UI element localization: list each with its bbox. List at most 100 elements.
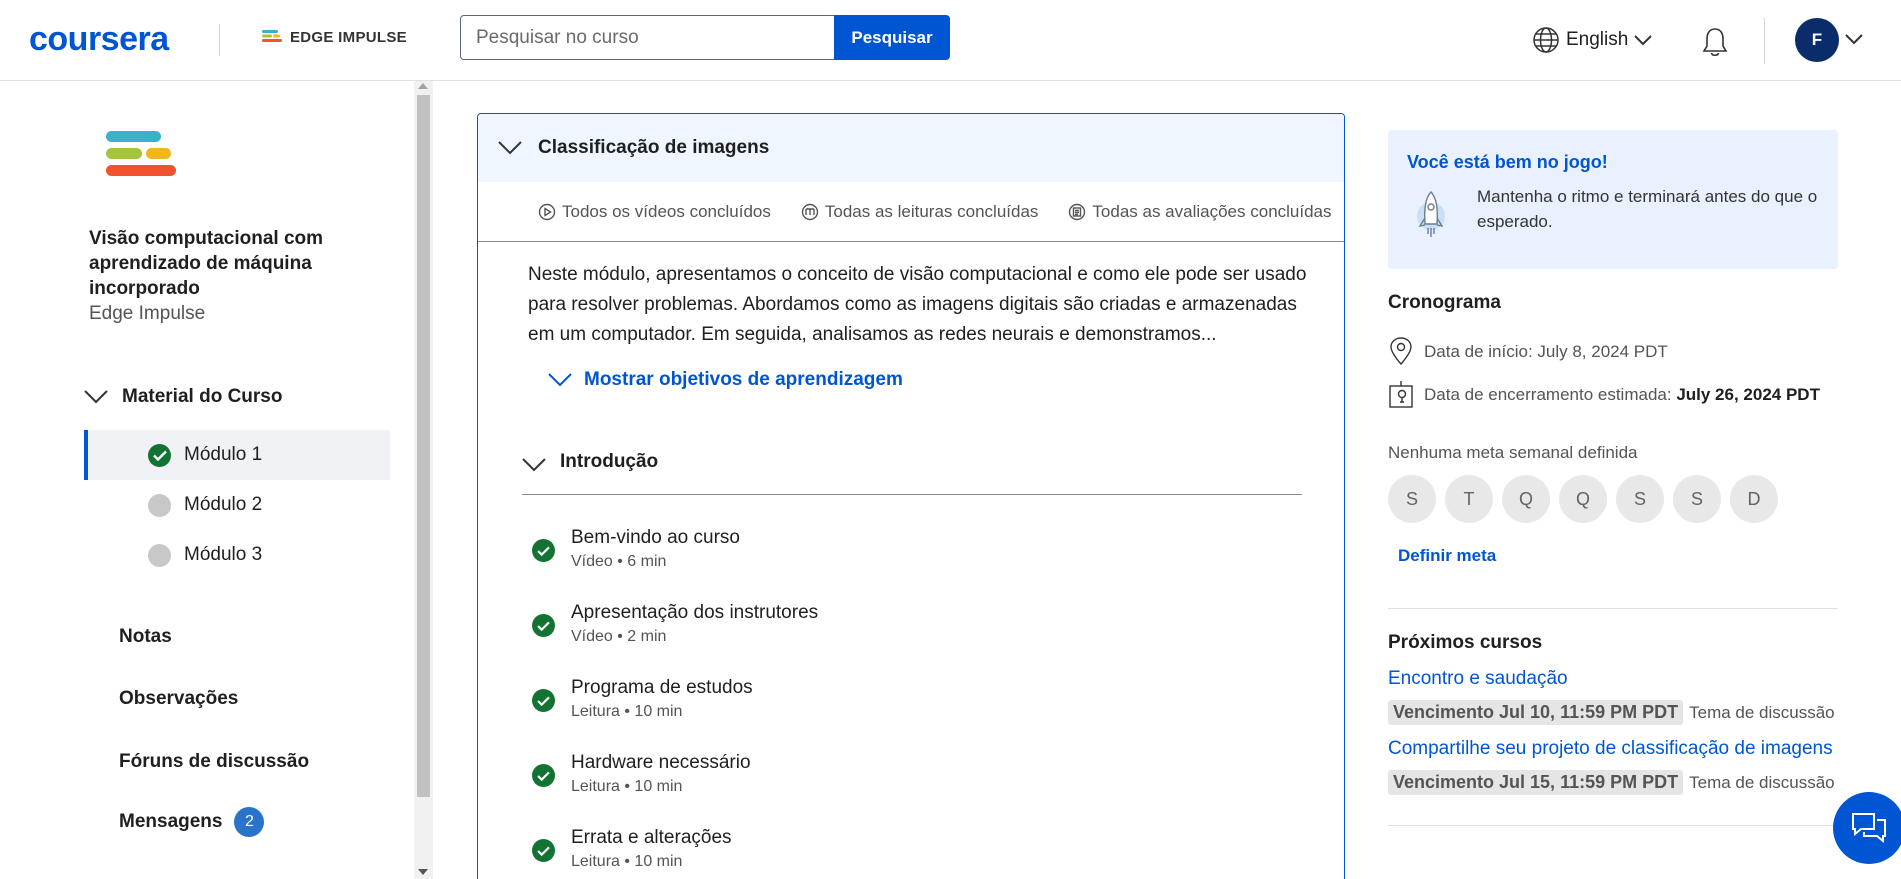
scroll-down-arrow-icon[interactable] <box>418 869 428 875</box>
item-type: Tema de discussão <box>1689 702 1835 722</box>
scroll-thumb[interactable] <box>417 95 430 797</box>
sidebar-link-notas[interactable]: Notas <box>119 626 172 648</box>
end-date-label: Data de encerramento estimada: July 26, … <box>1424 385 1820 405</box>
list-item[interactable]: Apresentação dos instrutores Vídeo • 2 m… <box>532 601 818 646</box>
module-card: Classificação de imagens Todos os vídeos… <box>477 113 1345 879</box>
videos-summary: Todos os vídeos concluídos <box>538 202 771 222</box>
language-label: English <box>1566 29 1629 50</box>
play-circle-icon <box>538 203 556 220</box>
course-material-toggle[interactable]: Material do Curso <box>84 386 282 408</box>
coursera-logo[interactable]: coursera <box>29 20 169 59</box>
lesson-group-toggle[interactable]: Introdução <box>522 451 1302 495</box>
completed-check-icon <box>532 539 555 562</box>
item-type: Tema de discussão <box>1689 772 1835 792</box>
course-sidebar: Visão computacional com aprendizado de m… <box>0 81 414 879</box>
sidebar-item-module-1[interactable]: Módulo 1 <box>84 430 390 480</box>
divider <box>1388 608 1838 609</box>
completed-check-icon <box>532 839 555 862</box>
lesson-group-title: Introdução <box>560 451 659 472</box>
upcoming-item-link[interactable]: Encontro e saudação <box>1388 668 1568 690</box>
header-divider-2 <box>1764 18 1765 64</box>
set-goal-link[interactable]: Definir meta <box>1398 546 1496 566</box>
search-input[interactable] <box>460 15 836 60</box>
start-date-label: Data de início: July 8, 2024 PDT <box>1424 342 1668 361</box>
upcoming-title: Próximos cursos <box>1388 632 1543 653</box>
module-label: Módulo 3 <box>184 544 263 565</box>
partner-name: EDGE IMPULSE <box>290 29 407 46</box>
day-monday[interactable]: T <box>1445 475 1493 523</box>
module-label: Módulo 2 <box>184 494 263 515</box>
sidebar-link-foruns[interactable]: Fóruns de discussão <box>119 751 309 773</box>
show-objectives-label: Mostrar objetivos de aprendizagem <box>584 369 903 390</box>
on-track-banner: Você está bem no jogo! Mantenha o ritmo … <box>1388 130 1838 269</box>
upcoming-item-due: Vencimento Jul 10, 11:59 PM PDT Tema de … <box>1388 700 1835 725</box>
module-description: Neste módulo, apresentamos o conceito de… <box>528 264 1307 345</box>
chat-button[interactable] <box>1833 792 1901 864</box>
day-saturday[interactable]: D <box>1730 475 1778 523</box>
day-sunday[interactable]: S <box>1388 475 1436 523</box>
on-track-title: Você está bem no jogo! <box>1407 152 1608 172</box>
book-icon <box>801 203 819 220</box>
course-partner: Edge Impulse <box>89 303 206 324</box>
module-header[interactable]: Classificação de imagens <box>478 114 1344 182</box>
course-logo-icon <box>106 131 176 176</box>
item-title: Errata e alterações <box>571 827 732 848</box>
readings-summary-label: Todas as leituras concluídas <box>824 201 1039 221</box>
sidebar-item-module-3[interactable]: Módulo 3 <box>84 530 390 580</box>
completed-check-icon <box>532 689 555 712</box>
top-header: coursera EDGE IMPULSE Pesquisar English … <box>0 0 1901 81</box>
language-selector[interactable]: English <box>1532 26 1653 54</box>
show-objectives-link[interactable]: Mostrar objetivos de aprendizagem <box>548 369 903 391</box>
course-title: Visão computacional com aprendizado de m… <box>89 228 324 299</box>
sidebar-scrollbar[interactable] <box>414 81 433 879</box>
course-material-label: Material do Curso <box>122 386 283 407</box>
not-started-circle-icon <box>148 493 171 517</box>
divider <box>1388 825 1838 826</box>
map-pin-icon <box>1390 337 1412 366</box>
end-date-value: July 26, 2024 PDT <box>1676 385 1820 404</box>
avatar[interactable]: F <box>1795 18 1839 62</box>
item-title: Programa de estudos <box>571 677 753 698</box>
trophy-box-icon <box>1389 381 1413 408</box>
chevron-down-icon <box>498 141 522 155</box>
item-meta: Vídeo • 6 min <box>571 553 667 570</box>
search-button[interactable]: Pesquisar <box>834 15 950 60</box>
day-wednesday[interactable]: Q <box>1559 475 1607 523</box>
assessments-summary: Todas as avaliações concluídas <box>1068 201 1332 222</box>
list-item[interactable]: Bem-vindo ao curso Vídeo • 6 min <box>532 526 740 571</box>
unread-count-badge: 2 <box>234 807 265 837</box>
readings-summary: Todas as leituras concluídas <box>801 201 1039 222</box>
start-date-row: Data de início: July 8, 2024 PDT <box>1388 336 1668 368</box>
chevron-down-icon <box>84 390 108 404</box>
header-divider <box>219 24 220 56</box>
upcoming-item-due: Vencimento Jul 15, 11:59 PM PDT Tema de … <box>1388 770 1835 795</box>
assessments-summary-label: Todas as avaliações concluídas <box>1092 201 1332 221</box>
item-title: Apresentação dos instrutores <box>571 602 819 623</box>
notifications-button[interactable] <box>1700 26 1730 63</box>
partner-logo[interactable]: EDGE IMPULSE <box>262 29 407 46</box>
weekly-goal-note: Nenhuma meta semanal definida <box>1388 443 1638 462</box>
due-date-badge: Vencimento Jul 10, 11:59 PM PDT <box>1388 700 1684 725</box>
item-title: Bem-vindo ao curso <box>571 527 740 548</box>
rocket-icon <box>1417 191 1445 237</box>
not-started-circle-icon <box>148 543 171 567</box>
completed-check-icon <box>532 764 555 787</box>
upcoming-item-link[interactable]: Compartilhe seu projeto de classificação… <box>1388 738 1833 760</box>
chevron-down-icon[interactable] <box>1845 33 1863 45</box>
day-tuesday[interactable]: Q <box>1502 475 1550 523</box>
day-friday[interactable]: S <box>1673 475 1721 523</box>
sidebar-link-observacoes[interactable]: Observações <box>119 688 238 710</box>
sidebar-link-mensagens[interactable]: Mensagens 2 <box>119 807 265 837</box>
item-meta: Vídeo • 2 min <box>571 628 667 645</box>
item-meta: Leitura • 10 min <box>571 853 683 870</box>
schedule-title: Cronograma <box>1388 292 1501 313</box>
list-item[interactable]: Hardware necessário Leitura • 10 min <box>532 751 751 796</box>
sidebar-item-module-2[interactable]: Módulo 2 <box>84 480 390 530</box>
scroll-up-arrow-icon[interactable] <box>418 83 428 89</box>
day-thursday[interactable]: S <box>1616 475 1664 523</box>
list-item[interactable]: Programa de estudos Leitura • 10 min <box>532 676 753 721</box>
end-date-prefix: Data de encerramento estimada: <box>1424 385 1677 404</box>
item-meta: Leitura • 10 min <box>571 703 683 720</box>
globe-icon <box>1533 27 1559 53</box>
list-item[interactable]: Errata e alterações Leitura • 10 min <box>532 826 732 871</box>
